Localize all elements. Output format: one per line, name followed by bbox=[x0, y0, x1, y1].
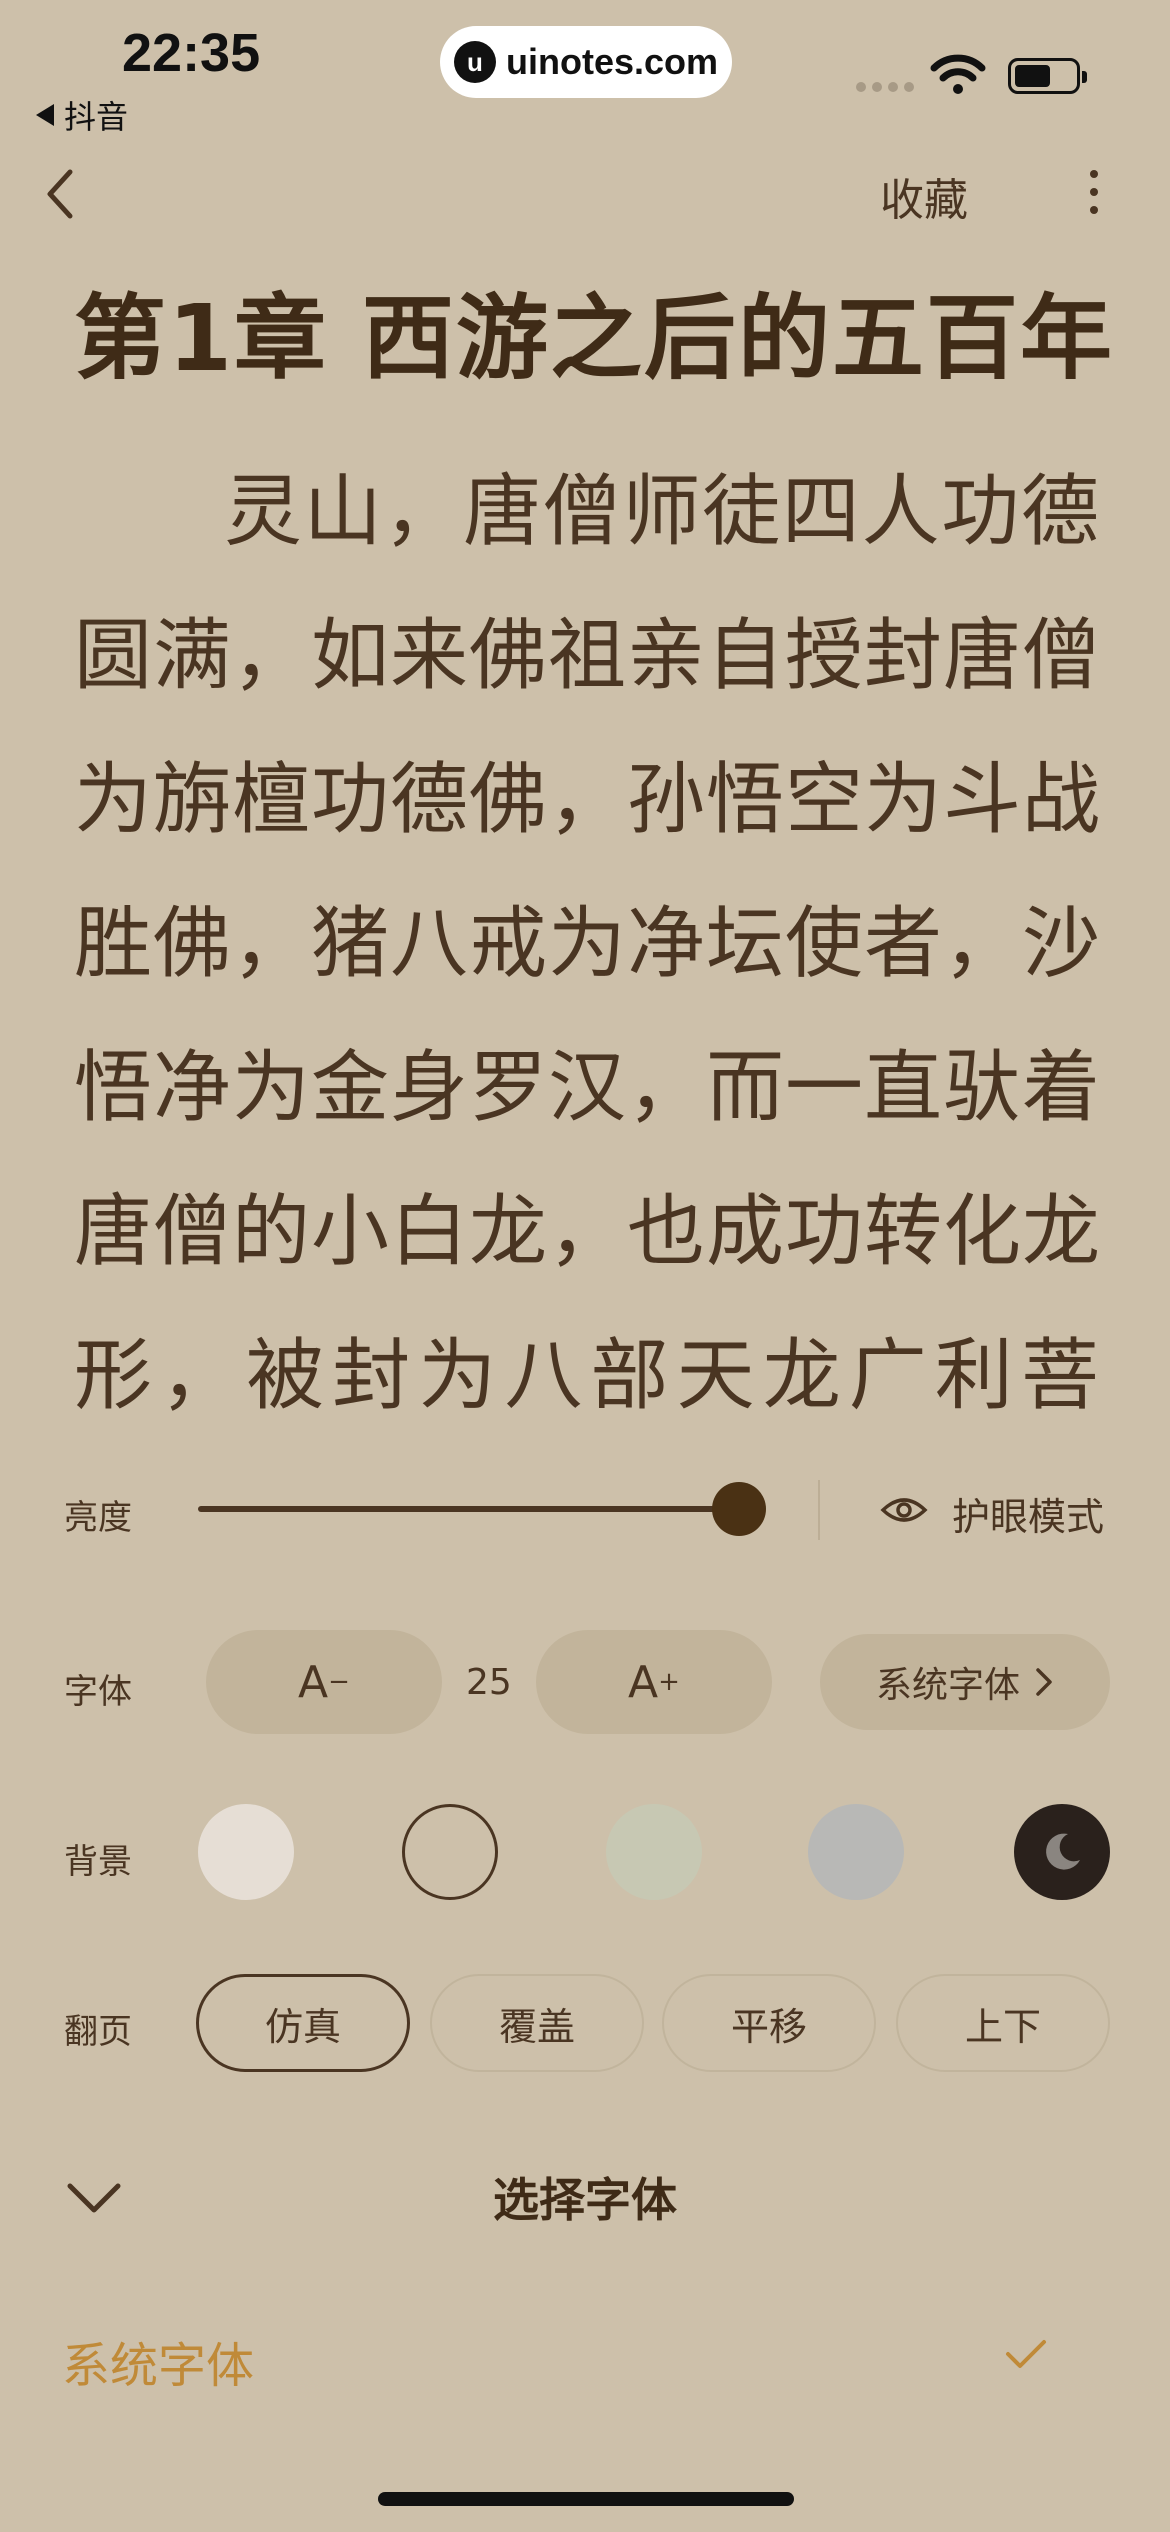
chapter-body: 灵山，唐僧师徒四人功德 圆满，如来佛祖亲自授封唐僧 为旃檀功德佛，孙悟空为斗战 … bbox=[74, 440, 1100, 1448]
back-app-label: 抖音 bbox=[64, 98, 129, 136]
page-turn-option-vertical[interactable]: 上下 bbox=[896, 1974, 1110, 2072]
font-face-button[interactable]: 系统字体 bbox=[820, 1634, 1110, 1730]
moon-icon bbox=[1046, 1833, 1080, 1870]
background-swatch-white[interactable] bbox=[198, 1804, 294, 1900]
background-swatch-beige-selected[interactable] bbox=[402, 1804, 498, 1900]
page-turn-option-simulation[interactable]: 仿真 bbox=[196, 1974, 410, 2072]
brightness-label: 亮度 bbox=[64, 1498, 132, 1538]
more-vertical-icon[interactable] bbox=[1090, 170, 1098, 214]
eye-protection-mode-button[interactable]: 护眼模式 bbox=[952, 1486, 1104, 1541]
back-button[interactable] bbox=[40, 164, 80, 228]
font-label: 字体 bbox=[64, 1672, 132, 1712]
watermark-text: uinotes.com bbox=[505, 41, 719, 82]
page-turn-option-cover[interactable]: 覆盖 bbox=[430, 1974, 644, 2072]
text-line: 悟净为金身罗汉，而一直驮着 bbox=[74, 1043, 1100, 1133]
eye-icon[interactable] bbox=[880, 1490, 928, 1534]
text-line: 灵山，唐僧师徒四人功德 bbox=[224, 467, 1100, 557]
text-line: 为旃檀功德佛，孙悟空为斗战 bbox=[74, 755, 1100, 845]
watermark-badge: u uinotes.com bbox=[440, 26, 732, 98]
font-face-label: 系统字体 bbox=[875, 1665, 1020, 1706]
background-label: 背景 bbox=[64, 1842, 132, 1882]
brightness-slider-knob[interactable] bbox=[712, 1482, 766, 1536]
status-time: 22:35 bbox=[122, 23, 261, 83]
minus-mark: − bbox=[328, 1667, 350, 1697]
background-swatch-gray[interactable] bbox=[808, 1804, 904, 1900]
plus-mark: + bbox=[658, 1667, 680, 1697]
background-swatch-green[interactable] bbox=[606, 1804, 702, 1900]
home-indicator[interactable] bbox=[378, 2492, 794, 2506]
text-line: 唐僧的小白龙，也成功转化龙 bbox=[74, 1187, 1100, 1277]
page-turn-label: 翻页 bbox=[64, 2012, 132, 2052]
back-to-app-link[interactable]: 抖音 bbox=[36, 92, 128, 138]
chevron-left-icon bbox=[47, 169, 73, 219]
background-swatch-night[interactable] bbox=[1014, 1804, 1110, 1900]
uinotes-logo-icon: u bbox=[453, 41, 496, 83]
font-decrease-button[interactable]: A − bbox=[206, 1630, 442, 1734]
text-line: 圆满，如来佛祖亲自授封唐僧 bbox=[74, 611, 1100, 701]
favorite-button[interactable]: 收藏 bbox=[880, 164, 968, 228]
text-line: 形，被封为八部天龙广利菩 bbox=[74, 1331, 1100, 1421]
brightness-slider-track[interactable] bbox=[198, 1506, 738, 1512]
font-size-value: 25 bbox=[466, 1662, 512, 1703]
font-select-title: 选择字体 bbox=[493, 2173, 677, 2227]
back-triangle-icon bbox=[36, 104, 54, 126]
check-icon bbox=[1004, 2336, 1048, 2376]
text-line: 胜佛，猪八戒为净坛使者，沙 bbox=[74, 899, 1100, 989]
wifi-icon bbox=[930, 52, 986, 100]
chapter-title: 第1章 西游之后的五百年 bbox=[74, 285, 1115, 392]
font-decrease-glyph: A bbox=[298, 1656, 329, 1708]
font-increase-glyph: A bbox=[628, 1656, 659, 1708]
font-increase-button[interactable]: A + bbox=[536, 1630, 772, 1734]
battery-icon bbox=[1008, 58, 1087, 94]
font-option-system[interactable]: 系统字体 bbox=[62, 2326, 254, 2396]
chevron-right-icon bbox=[1036, 1668, 1052, 1696]
cellular-signal-icon bbox=[856, 82, 914, 92]
page-turn-option-slide[interactable]: 平移 bbox=[662, 1974, 876, 2072]
divider bbox=[818, 1480, 820, 1540]
